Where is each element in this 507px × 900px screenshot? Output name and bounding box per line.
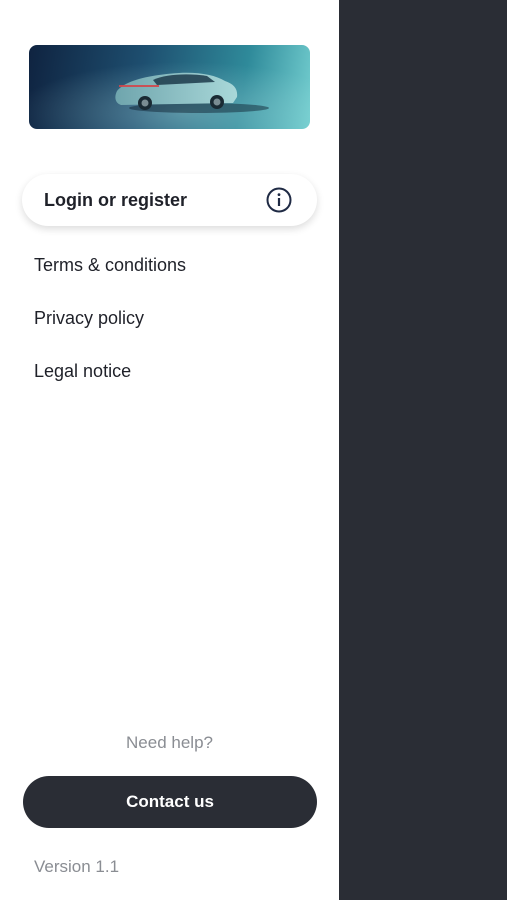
login-register-button[interactable]: Login or register (22, 174, 317, 226)
contact-us-button[interactable]: Contact us (23, 776, 317, 828)
drawer-scrim[interactable] (339, 0, 507, 900)
login-register-label: Login or register (44, 189, 188, 210)
info-icon[interactable] (265, 186, 293, 214)
navigation-drawer: Login or register Terms & conditions Pri… (0, 0, 339, 900)
car-banner-image (29, 45, 310, 129)
menu-item-legal[interactable]: Legal notice (34, 356, 186, 409)
menu-list: Terms & conditions Privacy policy Legal … (34, 250, 186, 409)
menu-item-privacy[interactable]: Privacy policy (34, 303, 186, 356)
menu-item-terms[interactable]: Terms & conditions (34, 250, 186, 303)
need-help-text: Need help? (126, 733, 213, 752)
version-label: Version 1.1 (34, 857, 120, 876)
